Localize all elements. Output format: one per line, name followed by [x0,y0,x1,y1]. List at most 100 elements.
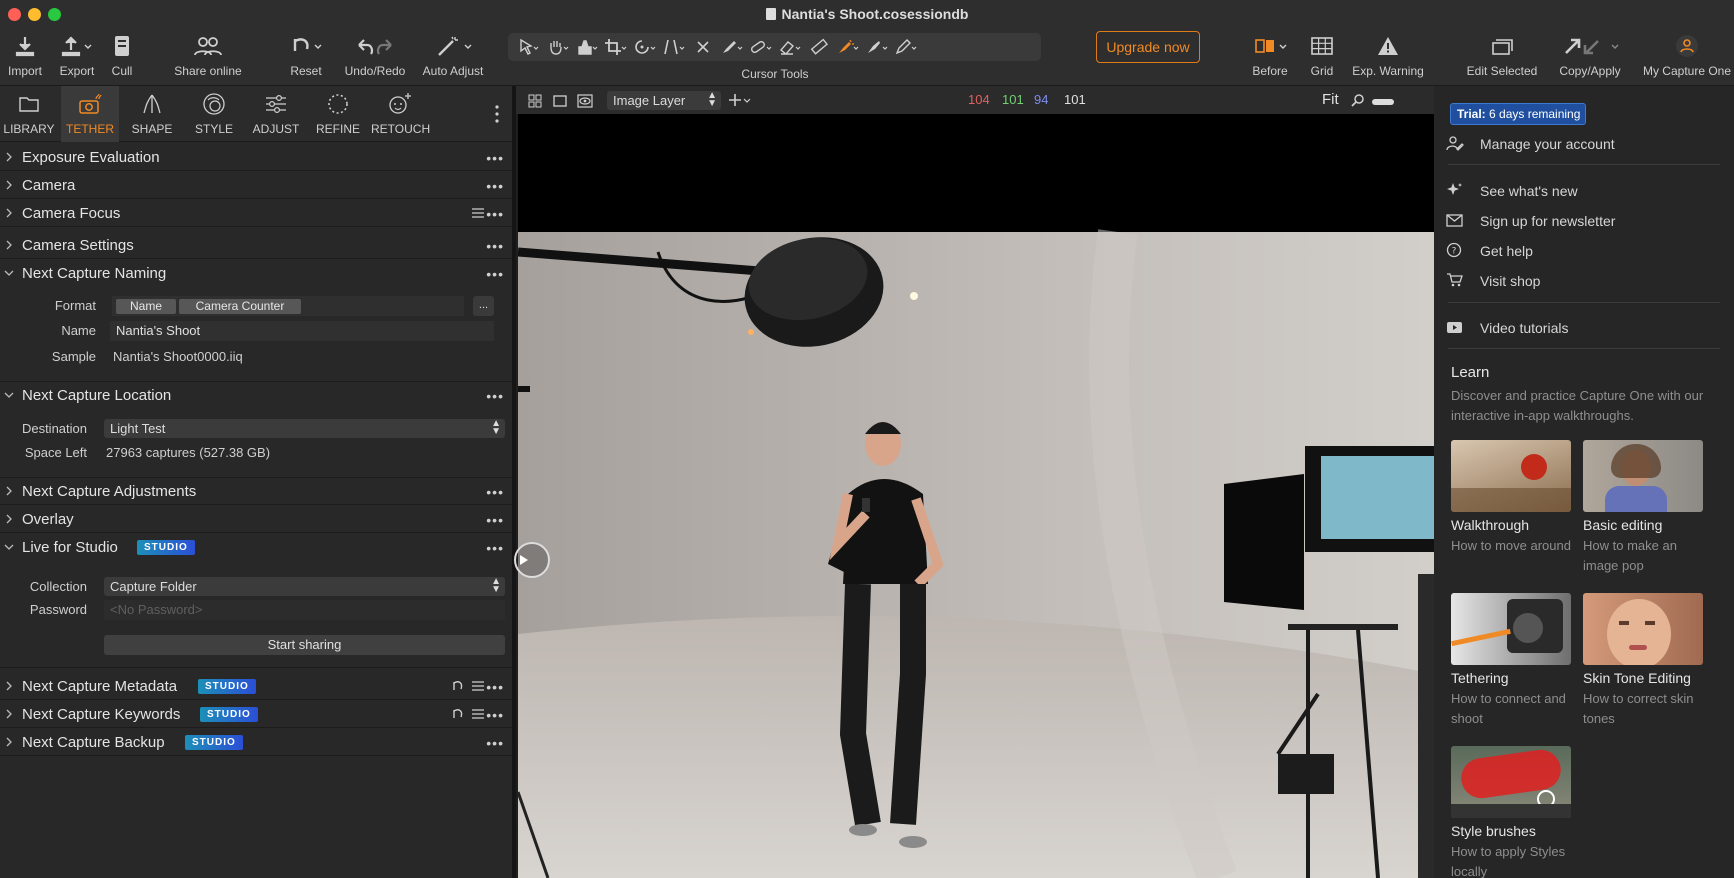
more-icon[interactable]: ••• [486,388,504,404]
tutorial-card-walkthrough[interactable]: Walkthrough How to move around [1451,440,1571,556]
magic-brush-tool[interactable] [833,35,862,59]
section-camera[interactable]: Camera ••• [0,172,512,199]
eye-icon[interactable] [577,94,593,108]
reset-button[interactable]: Reset [282,28,330,86]
password-input[interactable]: <No Password> [104,600,505,620]
format-token-camera-counter[interactable]: Camera Counter [179,299,301,314]
cart-icon [1447,273,1463,287]
video-tutorials-link[interactable]: Video tutorials [1442,316,1727,340]
more-icon[interactable]: ••• [486,150,504,166]
tab-style[interactable]: STYLE [185,86,243,142]
tutorial-card-tethering[interactable]: Tethering How to connect and shoot [1451,593,1571,729]
export-button[interactable]: Export [54,28,100,86]
rotate-tool[interactable] [630,35,659,59]
more-icon[interactable]: ••• [486,238,504,254]
section-overlay[interactable]: Overlay ••• [0,506,512,533]
eraser-tool[interactable] [775,35,804,59]
zoom-icon[interactable] [1351,93,1365,107]
list-icon[interactable] [472,709,484,719]
undo-redo-button[interactable]: Undo/Redo [342,28,408,86]
get-help-link[interactable]: ? Get help [1442,239,1727,263]
more-icon[interactable]: ••• [486,178,504,194]
tab-shape[interactable]: SHAPE [123,86,181,142]
section-camera-settings[interactable]: Camera Settings ••• [0,232,512,259]
brush-tool[interactable] [717,35,746,59]
crop-tool[interactable] [601,35,630,59]
manage-account-link[interactable]: Manage your account [1442,132,1727,156]
collection-select[interactable]: Capture Folder ▲ ▼ [104,577,505,596]
section-live-for-studio[interactable]: Live for Studio STUDIO ••• [0,534,512,561]
start-sharing-button[interactable]: Start sharing [104,635,505,655]
upgrade-now-button[interactable]: Upgrade now [1096,31,1200,63]
more-icon[interactable]: ••• [486,707,504,723]
gradient-tool[interactable] [862,35,891,59]
destination-select[interactable]: Light Test ▲ ▼ [104,419,505,438]
add-layer-icon[interactable] [728,93,752,107]
copy-apply-button[interactable]: Copy/Apply [1552,28,1628,86]
heal-tool[interactable] [746,35,775,59]
viewer-expand-handle[interactable] [514,542,550,578]
section-camera-focus[interactable]: Camera Focus ••• [0,200,512,227]
tab-refine[interactable]: REFINE [309,86,367,142]
reset-icon[interactable] [452,709,464,720]
reset-icon[interactable] [452,681,464,692]
studio-badge: STUDIO [198,679,256,694]
select-tool[interactable] [514,35,543,59]
spot-removal-tool[interactable] [688,35,717,59]
tab-tether[interactable]: TETHER [61,86,119,142]
more-icon[interactable]: ••• [486,484,504,500]
tutorial-card-skin-tone-editing[interactable]: Skin Tone Editing How to correct skin to… [1583,593,1703,729]
section-exposure-evaluation[interactable]: Exposure Evaluation ••• [0,144,512,171]
grid-button[interactable]: Grid [1302,28,1342,86]
layer-select[interactable]: Image Layer ▲ ▼ [607,91,721,110]
visit-shop-link[interactable]: Visit shop [1442,269,1727,293]
tutorial-card-basic-editing[interactable]: Basic editing How to make an image pop [1583,440,1703,576]
newsletter-link[interactable]: Sign up for newsletter [1442,209,1727,233]
import-button[interactable]: Import [2,28,48,86]
section-next-capture-naming[interactable]: Next Capture Naming ••• [0,260,512,287]
cull-button[interactable]: Cull [104,28,140,86]
format-token-name[interactable]: Name [116,299,176,314]
section-next-capture-backup[interactable]: Next Capture Backup STUDIO ••• [0,729,512,756]
more-icon[interactable]: ••• [486,679,504,695]
list-icon[interactable] [472,681,484,691]
exposure-warning-button[interactable]: Exp. Warning [1348,28,1428,86]
single-view-icon[interactable] [553,94,567,108]
fit-zoom-label[interactable]: Fit [1322,91,1339,108]
format-field[interactable]: Name Camera Counter [112,296,464,316]
auto-adjust-button[interactable]: Auto Adjust [418,28,488,86]
image-canvas[interactable] [518,114,1434,878]
ruler-tool[interactable] [804,35,833,59]
more-icon[interactable]: ••• [486,512,504,528]
pointer-icon [519,38,538,55]
my-capture-one-button[interactable]: My Capture One [1640,28,1734,86]
annotate-tool[interactable] [891,35,920,59]
cull-icon [115,36,129,56]
more-icon[interactable]: ••• [486,540,504,556]
share-online-button[interactable]: Share online [168,28,248,86]
section-next-capture-metadata[interactable]: Next Capture Metadata STUDIO ••• [0,673,512,700]
grid-view-icon[interactable] [528,94,542,108]
help-icon: ? [1446,242,1462,258]
section-next-capture-keywords[interactable]: Next Capture Keywords STUDIO ••• [0,701,512,728]
edit-selected-button[interactable]: Edit Selected [1460,28,1544,86]
list-icon[interactable] [472,208,484,218]
more-tabs-icon[interactable] [494,104,504,124]
tab-adjust[interactable]: ADJUST [247,86,305,142]
pan-tool[interactable] [543,35,572,59]
loupe-tool[interactable] [572,35,601,59]
keystone-tool[interactable] [659,35,688,59]
zoom-slider[interactable] [1372,99,1394,105]
name-input[interactable]: Nantia's Shoot [110,321,494,341]
before-button[interactable]: Before [1240,28,1300,86]
section-next-capture-location[interactable]: Next Capture Location ••• [0,382,512,409]
format-more-button[interactable]: ... [473,296,494,316]
section-next-capture-adjustments[interactable]: Next Capture Adjustments ••• [0,478,512,505]
tutorial-card-style-brushes[interactable]: Style brushes How to apply Styles locall… [1451,746,1571,878]
tab-library[interactable]: LIBRARY [0,86,58,142]
tab-retouch[interactable]: RETOUCH [371,86,430,142]
more-icon[interactable]: ••• [486,206,504,222]
more-icon[interactable]: ••• [486,735,504,751]
more-icon[interactable]: ••• [486,266,504,282]
whats-new-link[interactable]: See what's new [1442,179,1727,203]
